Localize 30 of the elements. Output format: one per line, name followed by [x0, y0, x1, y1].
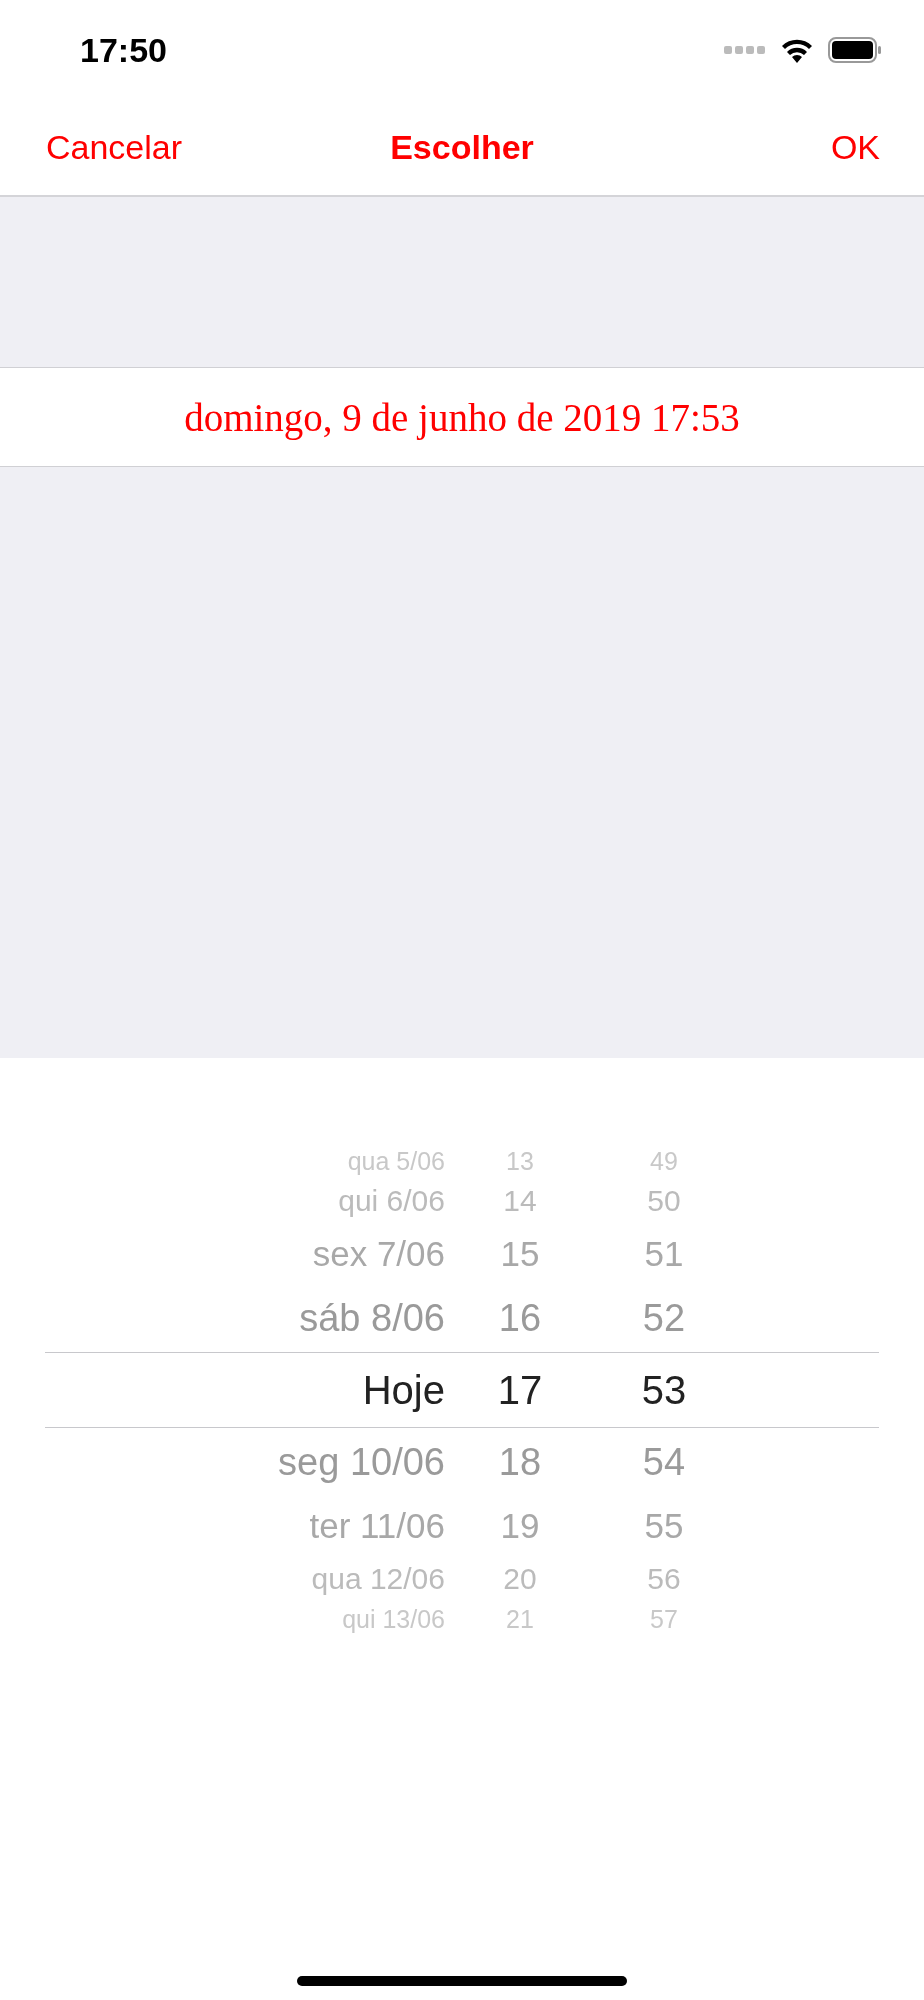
nav-title: Escolher: [390, 128, 534, 166]
signal-icon: [724, 45, 766, 55]
home-indicator[interactable]: [297, 1976, 627, 1986]
battery-icon: [828, 37, 882, 63]
hour-option[interactable]: 18: [498, 1440, 542, 1483]
hour-option[interactable]: 19: [500, 1506, 540, 1545]
hour-option[interactable]: 17: [497, 1367, 543, 1412]
day-option[interactable]: sáb 8/06: [299, 1296, 445, 1339]
minute-option[interactable]: 54: [642, 1440, 686, 1483]
minute-option[interactable]: 50: [647, 1184, 681, 1217]
minute-option[interactable]: 53: [641, 1367, 687, 1412]
minute-option[interactable]: 55: [644, 1506, 684, 1545]
status-time: 17:50: [80, 30, 168, 70]
hour-option[interactable]: 14: [503, 1184, 537, 1217]
minute-option[interactable]: 52: [642, 1296, 686, 1339]
minute-option[interactable]: 56: [647, 1562, 681, 1595]
day-option[interactable]: Hoje: [362, 1367, 445, 1412]
day-option[interactable]: ter 11/06: [309, 1506, 445, 1545]
day-option[interactable]: seg 10/06: [278, 1440, 445, 1483]
ok-button[interactable]: OK: [830, 128, 880, 167]
day-option[interactable]: qui 6/06: [338, 1184, 445, 1217]
hour-option[interactable]: 16: [498, 1296, 542, 1339]
minute-option[interactable]: 51: [644, 1234, 684, 1273]
hour-option[interactable]: 20: [503, 1562, 537, 1595]
cancel-button[interactable]: Cancelar: [46, 128, 183, 167]
wifi-icon: [780, 37, 814, 63]
day-option[interactable]: sex 7/06: [312, 1234, 445, 1273]
day-option[interactable]: qua 12/06: [311, 1562, 445, 1595]
selected-date-text: domingo, 9 de junho de 2019 17:53: [184, 394, 740, 440]
hour-option[interactable]: 15: [500, 1234, 540, 1273]
